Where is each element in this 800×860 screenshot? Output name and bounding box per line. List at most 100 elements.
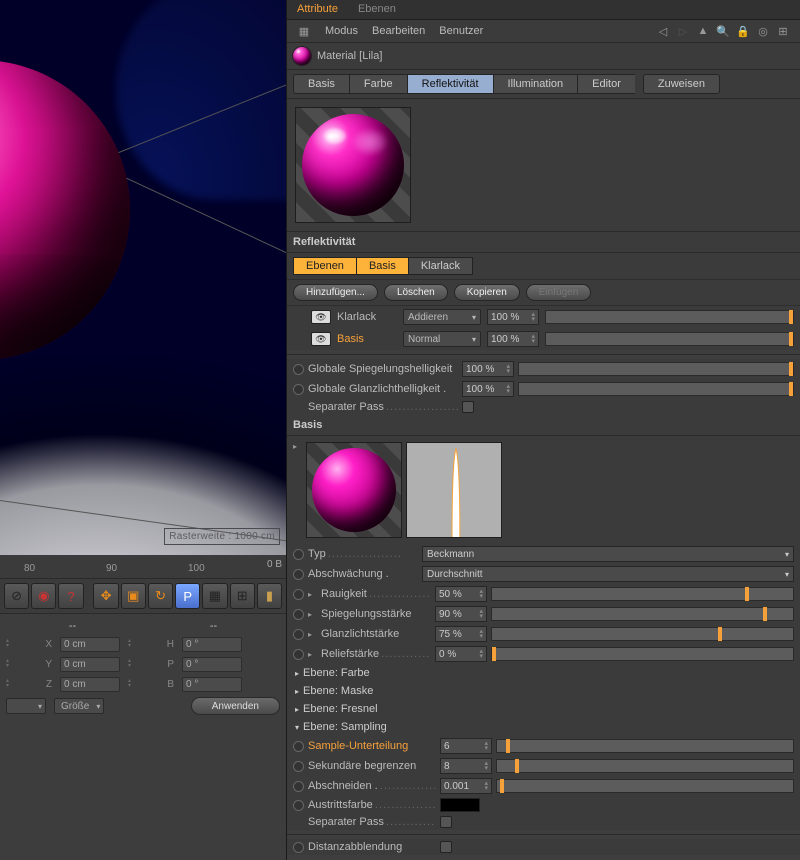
target-icon[interactable]: ◎ — [756, 24, 770, 38]
menu-edit[interactable]: Bearbeiten — [372, 25, 425, 37]
select-unknown[interactable] — [6, 698, 46, 714]
blend-basis[interactable]: Normal▾ — [403, 331, 481, 347]
dist-checkbox[interactable] — [440, 841, 452, 853]
radio-icon[interactable] — [293, 384, 304, 395]
rough-label: Rauigkeit — [321, 588, 431, 600]
basis-preview[interactable] — [306, 442, 402, 538]
absch-dropdown[interactable]: Durchschnitt▾ — [422, 566, 794, 582]
eye-icon[interactable]: 👁 — [311, 310, 331, 324]
attr-menubar: ▦ Modus Bearbeiten Benutzer ◁ ▷ ▲ 🔍 🔒 ◎ … — [287, 20, 800, 43]
search-icon[interactable]: 🔍 — [716, 24, 730, 38]
exp-sampling[interactable]: ▾Ebene: Sampling — [287, 718, 800, 736]
seclimit-val[interactable]: 8▴▾ — [440, 758, 492, 774]
exp-maske[interactable]: ▸Ebene: Maske — [287, 682, 800, 700]
viewport-3d[interactable]: Rasterweite : 1000 cm — [0, 0, 286, 555]
new-icon[interactable]: ⊞ — [776, 24, 790, 38]
coord-x[interactable]: 0 cm — [60, 637, 120, 652]
cutoff-val[interactable]: 0.001▴▾ — [440, 778, 492, 794]
glanzstr-slider[interactable] — [491, 627, 794, 641]
chan-illum[interactable]: Illumination — [493, 74, 578, 94]
nav-up-icon[interactable]: ▲ — [696, 24, 710, 38]
coord-b[interactable]: 0 ° — [182, 677, 242, 692]
exp-fresnel[interactable]: ▸Ebene: Fresnel — [287, 700, 800, 718]
coord-p[interactable]: 0 ° — [182, 657, 242, 672]
tool-move[interactable]: ✥ — [93, 583, 118, 609]
relief-slider[interactable] — [491, 647, 794, 661]
tool-scale[interactable]: ▣ — [121, 583, 146, 609]
blend-clear[interactable]: Addieren▾ — [403, 309, 481, 325]
nav-next-icon[interactable]: ▷ — [676, 24, 690, 38]
tool-axis[interactable]: ⊞ — [230, 583, 255, 609]
seppass2-checkbox[interactable] — [440, 816, 452, 828]
seppass-checkbox[interactable] — [462, 401, 474, 413]
apply-button[interactable]: Anwenden — [191, 697, 280, 715]
chan-basic[interactable]: Basis — [293, 74, 349, 94]
cutoff-slider[interactable] — [496, 779, 794, 793]
paste-button[interactable]: Einfügen — [526, 284, 591, 301]
attribute-panel: Attribute Ebenen ▦ Modus Bearbeiten Benu… — [286, 0, 800, 860]
exit-color[interactable] — [440, 798, 480, 812]
layer-basis[interactable]: Basis — [337, 333, 397, 345]
subdiv-slider[interactable] — [496, 739, 794, 753]
material-preview[interactable] — [295, 107, 411, 223]
opacity-clear[interactable]: 100 %▴▾ — [487, 309, 539, 325]
specstr-val[interactable]: 90 %▴▾ — [435, 606, 487, 622]
basis-curve[interactable] — [406, 442, 502, 538]
timeline-ruler[interactable]: 80 90 100 0 B — [0, 555, 286, 579]
global-glanz-slider[interactable] — [518, 382, 794, 396]
tool-3[interactable]: ? — [58, 583, 83, 609]
seppass-label: Separater Pass — [308, 401, 458, 413]
chan-refl[interactable]: Reflektivität — [407, 74, 493, 94]
opacity-basis[interactable]: 100 %▴▾ — [487, 331, 539, 347]
basis-header: Basis — [287, 415, 800, 436]
eye-icon[interactable]: 👁 — [311, 332, 331, 346]
exp-farbe[interactable]: ▸Ebene: Farbe — [287, 664, 800, 682]
absch-label: Abschwächung . — [308, 568, 418, 580]
material-ball-icon — [293, 47, 311, 65]
tool-grid[interactable]: ▦ — [202, 583, 227, 609]
chan-editor[interactable]: Editor — [577, 74, 635, 94]
coord-y[interactable]: 0 cm — [60, 657, 120, 672]
tool-2[interactable]: ◉ — [31, 583, 56, 609]
tool-1[interactable]: ⊘ — [4, 583, 29, 609]
subdiv-val[interactable]: 6▴▾ — [440, 738, 492, 754]
delete-button[interactable]: Löschen — [384, 284, 448, 301]
tab-ebenen[interactable]: Ebenen — [348, 0, 406, 19]
tool-rotate[interactable]: ↻ — [148, 583, 173, 609]
radio-icon[interactable] — [293, 364, 304, 375]
rough-val[interactable]: 50 %▴▾ — [435, 586, 487, 602]
add-button[interactable]: Hinzufügen... — [293, 284, 378, 301]
coord-z[interactable]: 0 cm — [60, 677, 120, 692]
global-mirror-slider[interactable] — [518, 362, 794, 376]
typ-dropdown[interactable]: Beckmann▾ — [422, 546, 794, 562]
seclimit-slider[interactable] — [496, 759, 794, 773]
subdiv-label: Sample-Unterteilung — [308, 740, 436, 752]
nav-prev-icon[interactable]: ◁ — [656, 24, 670, 38]
coord-h[interactable]: 0 ° — [182, 637, 242, 652]
specstr-label: Spiegelungsstärke — [321, 608, 431, 620]
menu-mode[interactable]: Modus — [325, 25, 358, 37]
global-glanz-val[interactable]: 100 %▴▾ — [462, 381, 514, 397]
layer-clear[interactable]: Klarlack — [337, 311, 397, 323]
slider-basis[interactable] — [545, 332, 794, 346]
lock-icon[interactable]: 🔒 — [736, 24, 750, 38]
dist-label: Distanzabblendung — [308, 841, 436, 853]
chan-color[interactable]: Farbe — [349, 74, 407, 94]
tool-point[interactable]: P — [175, 583, 200, 609]
select-size[interactable]: Größe — [54, 698, 104, 714]
chan-assign[interactable]: Zuweisen — [643, 74, 720, 94]
slider-clear[interactable] — [545, 310, 794, 324]
tab-attribute[interactable]: Attribute — [287, 0, 348, 19]
copy-button[interactable]: Kopieren — [454, 284, 520, 301]
menu-user[interactable]: Benutzer — [439, 25, 483, 37]
rough-slider[interactable] — [491, 587, 794, 601]
subtab-basis[interactable]: Basis — [356, 257, 408, 275]
tool-film[interactable]: ▮ — [257, 583, 282, 609]
relief-val[interactable]: 0 %▴▾ — [435, 646, 487, 662]
global-mirror-val[interactable]: 100 %▴▾ — [462, 361, 514, 377]
subtab-clear[interactable]: Klarlack — [408, 257, 473, 275]
glanzstr-val[interactable]: 75 %▴▾ — [435, 626, 487, 642]
menu-icon[interactable]: ▦ — [297, 24, 311, 38]
subtab-layers[interactable]: Ebenen — [293, 257, 356, 275]
specstr-slider[interactable] — [491, 607, 794, 621]
